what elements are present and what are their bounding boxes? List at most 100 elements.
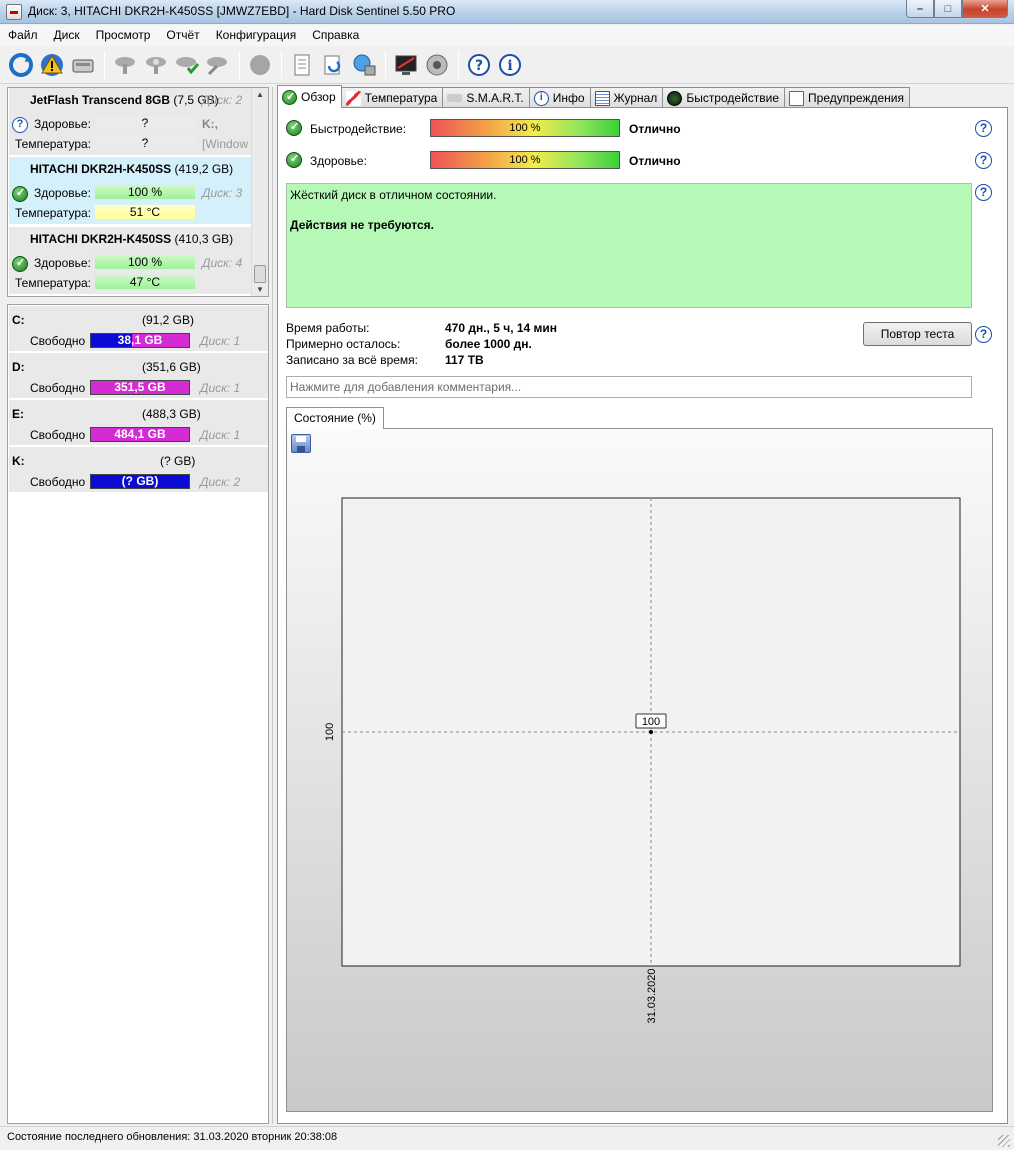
partition-card[interactable]: K: (? GB) Свободно (? GB) Диск: 2 xyxy=(9,447,268,492)
sound-icon[interactable] xyxy=(422,50,452,80)
tab-performance[interactable]: Быстродействие xyxy=(662,87,786,108)
minimize-button[interactable]: – xyxy=(906,0,934,18)
title-bar: Диск: 3, HITACHI DKR2H-K450SS [JMWZ7EBD]… xyxy=(0,0,1014,24)
free-label: Свободно xyxy=(30,381,86,395)
partition-list: C: (91,2 GB) Свободно 38,1 GB Диск: 1 D:… xyxy=(7,304,269,1124)
remaining-label: Примерно осталось: xyxy=(286,337,401,351)
disk-card[interactable]: HITACHI DKR2H-K450SS (410,3 GB) Здоровье… xyxy=(9,227,258,295)
sync-icon[interactable] xyxy=(318,50,348,80)
performance-bar: 100 % xyxy=(430,119,620,137)
tab-warnings[interactable]: Предупреждения xyxy=(784,87,910,108)
tab-label: Быстродействие xyxy=(686,91,780,105)
toolbar-separator xyxy=(281,50,282,79)
help-icon[interactable]: ? xyxy=(464,50,494,80)
uptime-value: 470 дн., 5 ч, 14 мин xyxy=(445,321,558,335)
scroll-down-icon[interactable]: ▼ xyxy=(256,285,264,294)
y-tick-label: 100 xyxy=(324,723,336,741)
disk-card[interactable]: JetFlash Transcend 8GB (7,5 GB) Диск: 2 … xyxy=(9,88,258,156)
menu-file[interactable]: Файл xyxy=(0,25,46,46)
status-message-text: Жёсткий диск в отличном состоянии. xyxy=(290,188,497,202)
health-bar: 100 % xyxy=(95,185,195,199)
window-controls: – □ ✕ xyxy=(906,0,1008,18)
partition-disk: Диск: 1 xyxy=(200,381,241,395)
tab-log[interactable]: Журнал xyxy=(589,87,664,108)
svg-text:i: i xyxy=(507,58,512,74)
maximize-button[interactable]: □ xyxy=(934,0,962,18)
tools-icon[interactable] xyxy=(203,50,233,80)
disk-list-scrollbar[interactable]: ▲ ▼ xyxy=(251,88,268,296)
menu-config[interactable]: Конфигурация xyxy=(208,25,305,46)
free-space-bar: 38,1 GB xyxy=(90,333,190,348)
ok-icon xyxy=(286,120,302,136)
warning-icon[interactable] xyxy=(37,50,67,80)
partition-size: (? GB) xyxy=(160,454,196,468)
drive-letters: K:, xyxy=(202,117,218,131)
menu-report[interactable]: Отчёт xyxy=(158,25,207,46)
toolbar-separator xyxy=(385,50,386,79)
refresh-icon[interactable] xyxy=(6,50,36,80)
scroll-up-icon[interactable]: ▲ xyxy=(256,90,264,99)
smart-icon xyxy=(447,94,463,102)
info-icon[interactable]: i xyxy=(495,50,525,80)
ok-icon xyxy=(286,152,302,168)
status-text: Состояние последнего обновления: 31.03.2… xyxy=(7,1131,338,1143)
ok-icon xyxy=(282,89,297,105)
disk-size: (410,3 GB) xyxy=(174,232,234,246)
free-space-bar: (? GB) xyxy=(90,474,190,489)
info-icon: i xyxy=(533,90,549,106)
acoustic-icon[interactable] xyxy=(245,50,275,80)
question-icon: ? xyxy=(12,117,28,133)
comment-input[interactable]: Нажмите для добавления комментария... xyxy=(286,376,972,398)
close-button[interactable]: ✕ xyxy=(962,0,1008,18)
written-value: 117 TB xyxy=(445,353,484,367)
disk-icon[interactable] xyxy=(68,50,98,80)
menu-help[interactable]: Справка xyxy=(304,25,367,46)
disk-card-selected[interactable]: HITACHI DKR2H-K450SS (419,2 GB) Здоровье… xyxy=(9,157,258,225)
x-tick-label: 31.03.2020 xyxy=(646,968,658,1023)
partition-card[interactable]: E: (488,3 GB) Свободно 484,1 GB Диск: 1 xyxy=(9,400,268,445)
thermometer-icon xyxy=(345,90,361,106)
log-icon xyxy=(594,90,610,106)
tab-overview[interactable]: Обзор xyxy=(277,85,342,108)
monitor-icon[interactable] xyxy=(391,50,421,80)
health-label: Здоровье: xyxy=(34,186,91,200)
free-label: Свободно xyxy=(30,475,86,489)
retest-button[interactable]: Повтор теста xyxy=(863,322,972,346)
help-icon[interactable]: ? xyxy=(975,120,992,137)
tab-temperature[interactable]: Температура xyxy=(340,87,444,108)
help-icon[interactable]: ? xyxy=(975,152,992,169)
menu-disk[interactable]: Диск xyxy=(46,25,88,46)
tab-info[interactable]: i Инфо xyxy=(528,87,591,108)
tab-smart[interactable]: S.M.A.R.T. xyxy=(442,87,530,108)
tab-health-chart[interactable]: Состояние (%) xyxy=(286,407,384,429)
disk-name-text: HITACHI DKR2H-K450SS xyxy=(30,232,172,246)
data-point xyxy=(649,730,653,734)
free-label: Свободно xyxy=(30,428,86,442)
report-icon[interactable] xyxy=(287,50,317,80)
uptime-label: Время работы: xyxy=(286,321,370,335)
partition-size: (351,6 GB) xyxy=(142,360,201,374)
partition-card[interactable]: C: (91,2 GB) Свободно 38,1 GB Диск: 1 xyxy=(9,306,268,351)
menu-view[interactable]: Просмотр xyxy=(88,25,159,46)
scroll-thumb[interactable] xyxy=(254,265,266,283)
toolbar: ? i xyxy=(0,46,1014,84)
overview-panel: Быстродействие: 100 % Отлично ? Здоровье… xyxy=(277,107,1008,1124)
pane-splitter[interactable] xyxy=(272,87,273,1124)
surface-test-icon[interactable] xyxy=(141,50,171,80)
test-icon[interactable] xyxy=(110,50,140,80)
disk-name-text: JetFlash Transcend 8GB xyxy=(30,93,171,107)
resize-grip[interactable] xyxy=(998,1135,1010,1147)
help-icon[interactable]: ? xyxy=(975,184,992,201)
partition-letter: C: xyxy=(12,313,25,327)
toolbar-separator xyxy=(458,50,459,79)
status-message: Жёсткий диск в отличном состоянии. Дейст… xyxy=(286,183,972,308)
check-disk-icon[interactable] xyxy=(172,50,202,80)
disk-name: HITACHI DKR2H-K450SS (419,2 GB) xyxy=(30,162,233,176)
tab-label: Журнал xyxy=(613,91,658,105)
health-bar: 100 % xyxy=(95,255,195,269)
network-icon[interactable] xyxy=(349,50,379,80)
help-icon[interactable]: ? xyxy=(975,326,992,343)
document-icon xyxy=(789,90,805,106)
disk-number: Диск: 2 xyxy=(202,93,243,107)
partition-card[interactable]: D: (351,6 GB) Свободно 351,5 GB Диск: 1 xyxy=(9,353,268,398)
